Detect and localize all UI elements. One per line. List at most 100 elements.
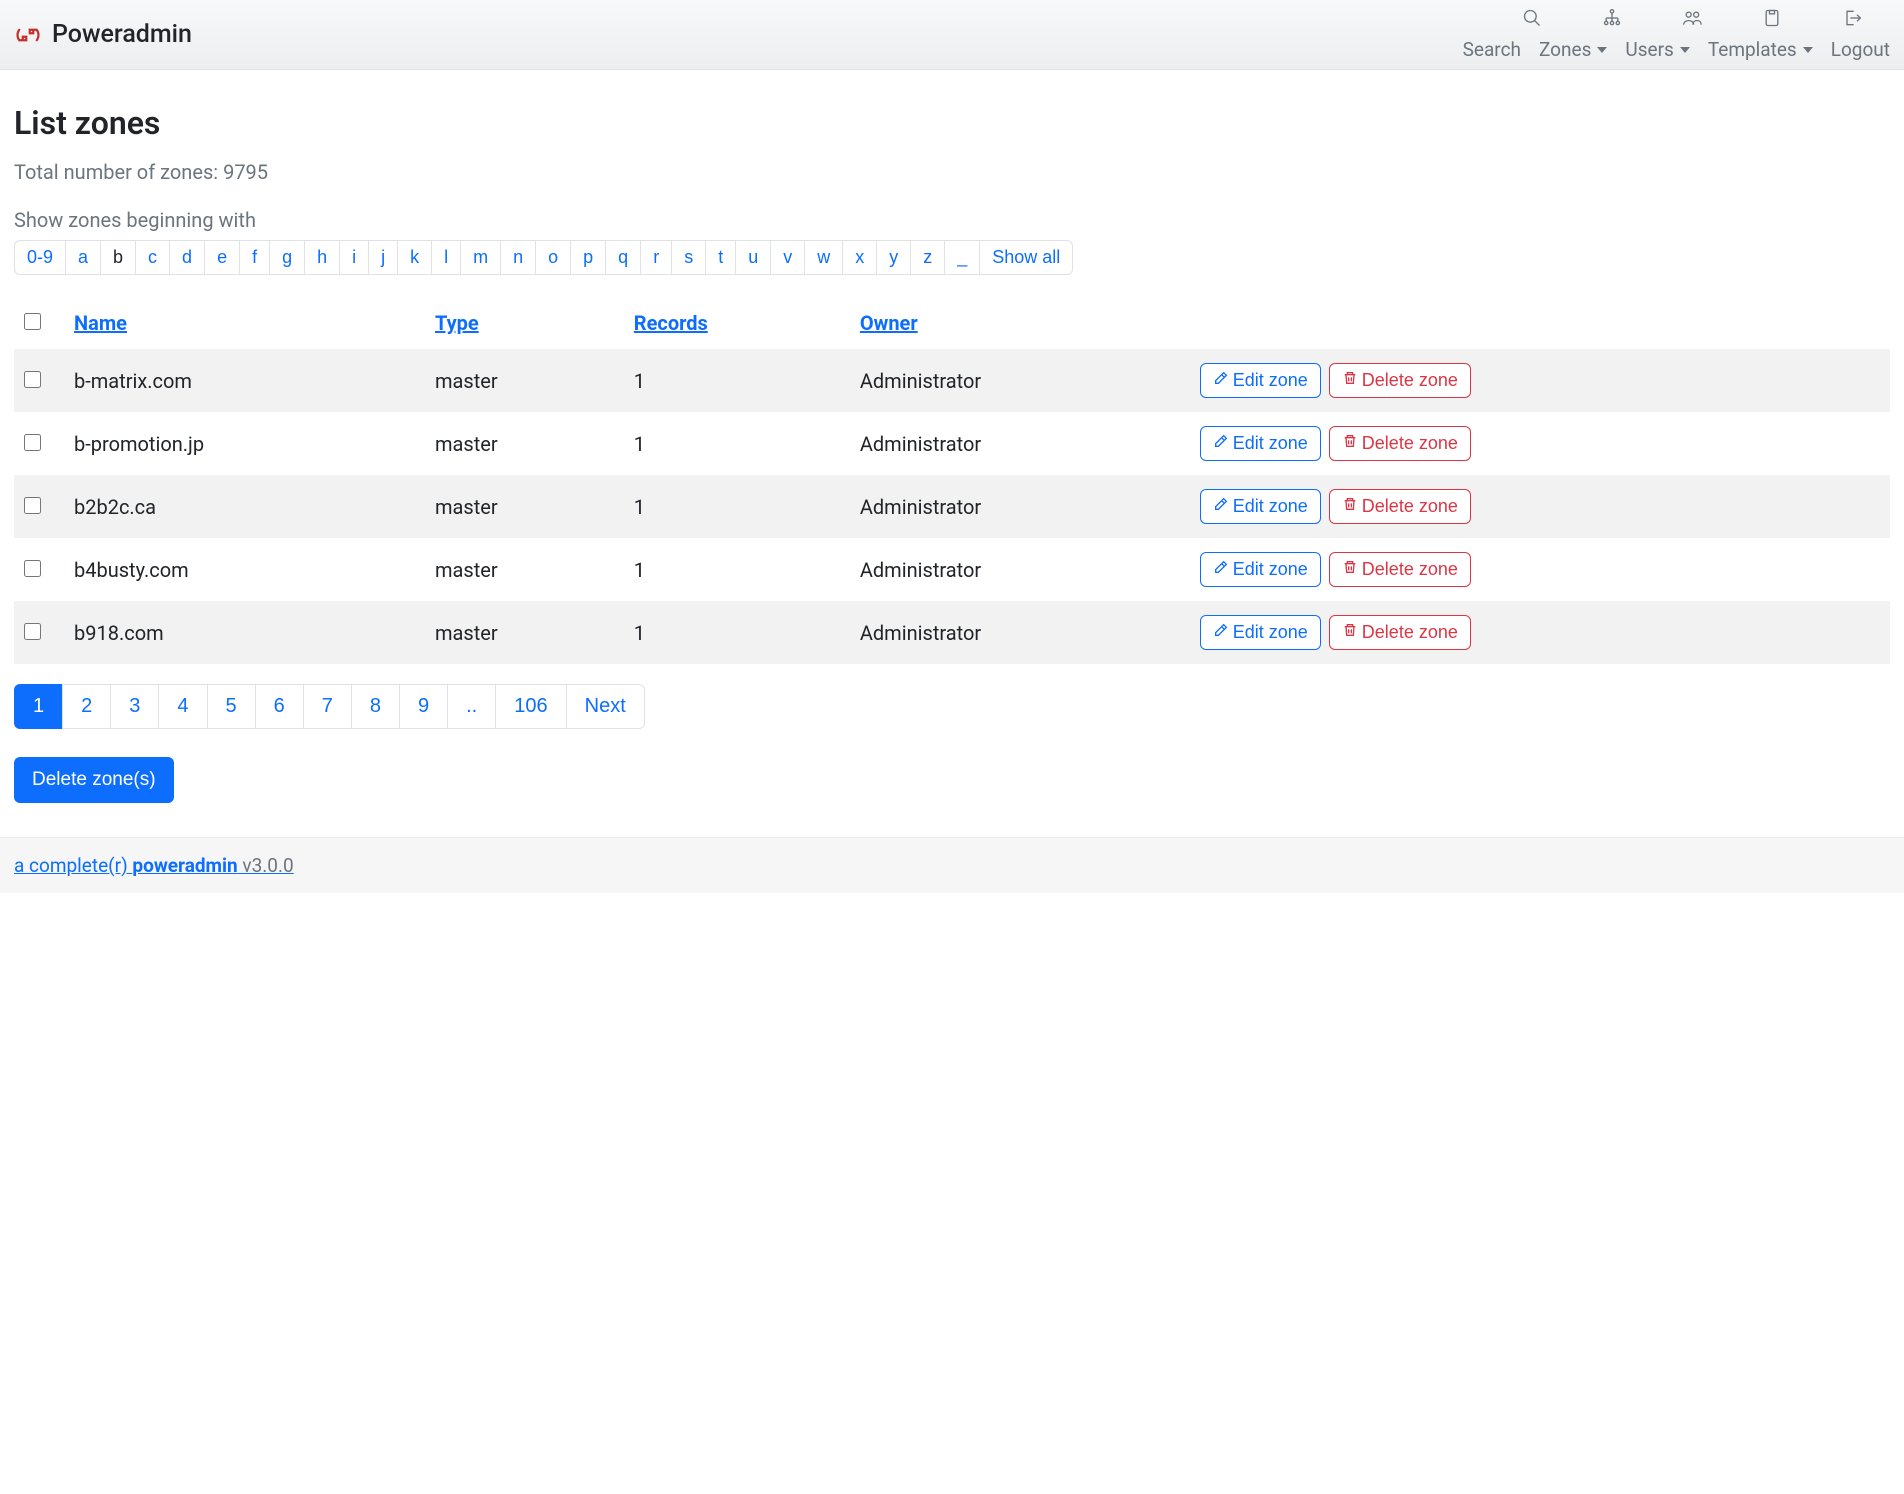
letter-filter-j[interactable]: j: [368, 240, 398, 275]
letter-filter-y[interactable]: y: [876, 240, 911, 275]
page-Next[interactable]: Next: [566, 684, 645, 729]
letter-filter-q[interactable]: q: [605, 240, 641, 275]
col-records[interactable]: Records: [624, 297, 850, 349]
letter-filter-w[interactable]: w: [804, 240, 843, 275]
zones-icon[interactable]: [1602, 8, 1622, 32]
zone-type: master: [425, 601, 624, 664]
letter-filter-s[interactable]: s: [671, 240, 706, 275]
select-all-checkbox[interactable]: [24, 313, 41, 330]
letter-filter-u[interactable]: u: [735, 240, 771, 275]
col-owner[interactable]: Owner: [850, 297, 1190, 349]
zone-total: Total number of zones: 9795: [14, 160, 1890, 184]
select-all-cell: [14, 297, 64, 349]
nav-users[interactable]: Users: [1625, 38, 1689, 61]
page-3[interactable]: 3: [110, 684, 159, 729]
filter-label: Show zones beginning with: [14, 208, 1890, 232]
letter-filter-k[interactable]: k: [397, 240, 432, 275]
letter-filter-i[interactable]: i: [339, 240, 369, 275]
row-checkbox[interactable]: [24, 623, 41, 640]
zone-records: 1: [624, 412, 850, 475]
letter-filter-x[interactable]: x: [842, 240, 877, 275]
delete-zone-button[interactable]: Delete zone: [1329, 552, 1471, 587]
letter-filter-v[interactable]: v: [770, 240, 805, 275]
delete-zones-button[interactable]: Delete zone(s): [14, 757, 174, 803]
delete-zone-button[interactable]: Delete zone: [1329, 363, 1471, 398]
delete-zone-button[interactable]: Delete zone: [1329, 426, 1471, 461]
search-icon[interactable]: [1522, 8, 1542, 32]
letter-filter-f[interactable]: f: [239, 240, 270, 275]
page-1[interactable]: 1: [14, 684, 63, 729]
logo-icon: [14, 21, 42, 49]
letter-filter-_[interactable]: _: [944, 240, 980, 275]
page-8[interactable]: 8: [351, 684, 400, 729]
nav-icon-row: [1522, 8, 1890, 32]
nav-logout[interactable]: Logout: [1831, 38, 1890, 61]
nav-zones[interactable]: Zones: [1539, 38, 1607, 61]
edit-zone-button[interactable]: Edit zone: [1200, 552, 1321, 587]
letter-filter-m[interactable]: m: [460, 240, 501, 275]
table-row: b-promotion.jpmaster1AdministratorEdit z…: [14, 412, 1890, 475]
letter-filter-c[interactable]: c: [135, 240, 170, 275]
col-type[interactable]: Type: [425, 297, 624, 349]
trash-icon: [1342, 622, 1358, 643]
col-name[interactable]: Name: [64, 297, 425, 349]
row-checkbox[interactable]: [24, 434, 41, 451]
page-4[interactable]: 4: [158, 684, 207, 729]
chevron-down-icon: [1680, 47, 1690, 53]
letter-filter-e[interactable]: e: [204, 240, 240, 275]
letter-filter-n[interactable]: n: [500, 240, 536, 275]
trash-icon: [1342, 496, 1358, 517]
letter-filter-l[interactable]: l: [431, 240, 461, 275]
page-title: List zones: [14, 104, 1890, 142]
page-106[interactable]: 106: [495, 684, 566, 729]
table-row: b2b2c.camaster1AdministratorEdit zoneDel…: [14, 475, 1890, 538]
edit-zone-button[interactable]: Edit zone: [1200, 363, 1321, 398]
pagination: 123456789..106Next: [14, 684, 1890, 729]
letter-filter-h[interactable]: h: [304, 240, 340, 275]
delete-zone-button[interactable]: Delete zone: [1329, 615, 1471, 650]
page-5[interactable]: 5: [207, 684, 256, 729]
zone-name: b-matrix.com: [64, 349, 425, 412]
row-checkbox[interactable]: [24, 497, 41, 514]
letter-filter-Show all[interactable]: Show all: [979, 240, 1073, 275]
delete-zone-button[interactable]: Delete zone: [1329, 489, 1471, 524]
templates-icon[interactable]: [1762, 8, 1782, 32]
edit-zone-button[interactable]: Edit zone: [1200, 426, 1321, 461]
nav-search[interactable]: Search: [1463, 38, 1521, 61]
page-2[interactable]: 2: [62, 684, 111, 729]
letter-filter-t[interactable]: t: [705, 240, 736, 275]
logout-icon[interactable]: [1842, 8, 1862, 32]
trash-icon: [1342, 370, 1358, 391]
page-9[interactable]: 9: [399, 684, 448, 729]
page-7[interactable]: 7: [303, 684, 352, 729]
letter-filter-b[interactable]: b: [100, 240, 136, 275]
letter-filter-g[interactable]: g: [269, 240, 305, 275]
letter-filter-p[interactable]: p: [570, 240, 606, 275]
zone-name: b4busty.com: [64, 538, 425, 601]
users-icon[interactable]: [1682, 8, 1702, 32]
row-checkbox[interactable]: [24, 371, 41, 388]
brand[interactable]: Poweradmin: [14, 20, 192, 49]
chevron-down-icon: [1803, 47, 1813, 53]
letter-filter-r[interactable]: r: [640, 240, 672, 275]
edit-zone-button[interactable]: Edit zone: [1200, 615, 1321, 650]
footer-link[interactable]: a complete(r) poweradmin v3.0.0: [14, 854, 294, 877]
edit-zone-button[interactable]: Edit zone: [1200, 489, 1321, 524]
zone-owner: Administrator: [850, 412, 1190, 475]
trash-icon: [1342, 433, 1358, 454]
nav-templates[interactable]: Templates: [1708, 38, 1813, 61]
page-6[interactable]: 6: [255, 684, 304, 729]
letter-filter-a[interactable]: a: [65, 240, 101, 275]
letter-filter-z[interactable]: z: [910, 240, 945, 275]
zone-owner: Administrator: [850, 538, 1190, 601]
letter-filter-d[interactable]: d: [169, 240, 205, 275]
zone-type: master: [425, 475, 624, 538]
edit-icon: [1213, 559, 1229, 580]
letter-filter-o[interactable]: o: [535, 240, 571, 275]
zone-name: b918.com: [64, 601, 425, 664]
page-..[interactable]: ..: [447, 684, 496, 729]
letter-filter-0-9[interactable]: 0-9: [14, 240, 66, 275]
zone-type: master: [425, 412, 624, 475]
row-checkbox[interactable]: [24, 560, 41, 577]
nav-label-row: Search Zones Users Templates Logout: [1463, 38, 1890, 61]
